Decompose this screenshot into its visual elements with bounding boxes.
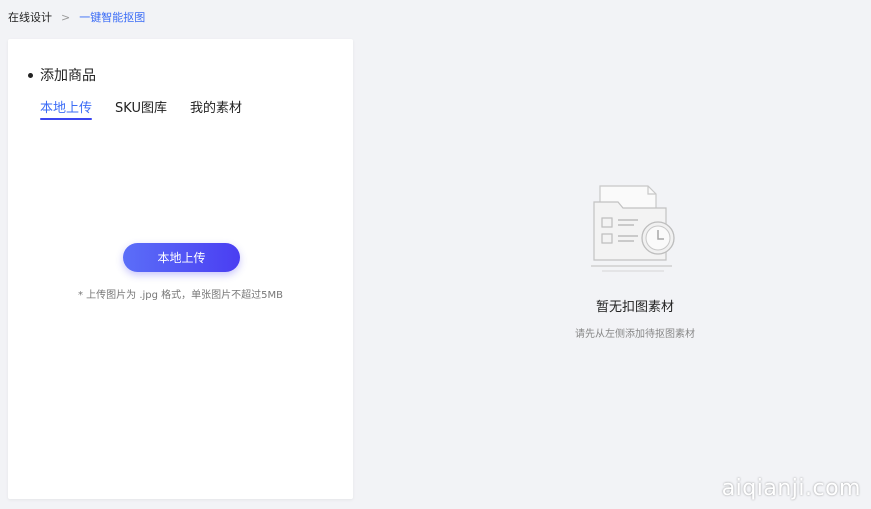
folder-clock-icon [591, 185, 675, 272]
empty-state: 暂无扣图素材 请先从左侧添加待抠图素材 [540, 182, 730, 340]
breadcrumb: 在线设计 > 一键智能抠图 [8, 9, 145, 25]
upload-hint: * 上传图片为 .jpg 格式，单张图片不超过5MB [77, 290, 284, 301]
breadcrumb-root-link[interactable]: 在线设计 [8, 9, 52, 25]
watermark: aiqianji.com [721, 476, 861, 501]
section-title-text: 添加商品 [40, 68, 96, 84]
breadcrumb-current: 一键智能抠图 [79, 11, 146, 24]
add-product-panel: 添加商品 本地上传 SKU图库 我的素材 本地上传 * 上传图片为 .jpg 格… [8, 39, 353, 499]
breadcrumb-separator: > [61, 10, 71, 24]
empty-state-title: 暂无扣图素材 [595, 300, 674, 315]
source-tabs: 本地上传 SKU图库 我的素材 [40, 97, 265, 120]
section-title: 添加商品 [28, 65, 96, 85]
empty-state-subtitle: 请先从左侧添加待抠图素材 [575, 329, 695, 340]
tab-sku-library[interactable]: SKU图库 [115, 97, 167, 120]
bullet-icon [28, 72, 33, 78]
tab-local-upload[interactable]: 本地上传 [40, 97, 93, 120]
tab-my-materials[interactable]: 我的素材 [190, 97, 242, 120]
local-upload-button[interactable]: 本地上传 [123, 243, 240, 272]
